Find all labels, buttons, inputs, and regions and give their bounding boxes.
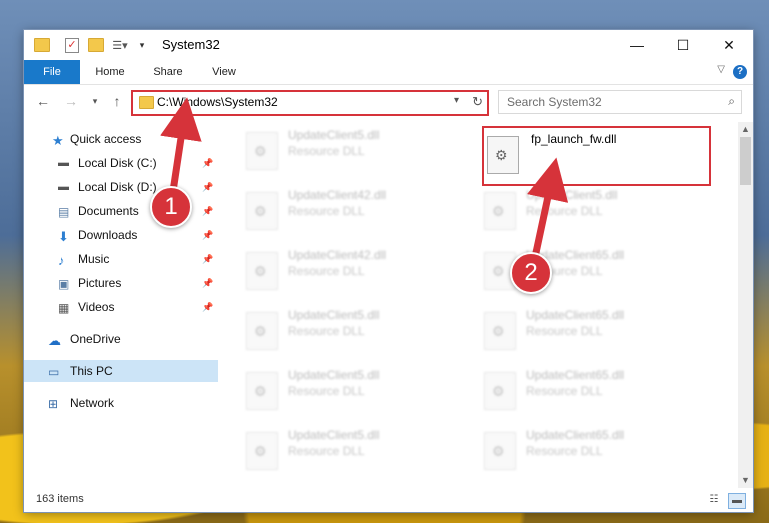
details-view-icon[interactable]: ☷ [706, 493, 722, 507]
list-item[interactable]: UpdateClient5.dll Resource DLL [246, 428, 446, 476]
search-input[interactable]: Search System32 ⌕ [498, 90, 742, 114]
sidebar-item-network[interactable]: ⊞ Network [24, 392, 218, 414]
minimize-button[interactable]: — [614, 30, 660, 60]
list-item[interactable]: UpdateClient5.dll Resource DLL [246, 308, 446, 356]
refresh-icon[interactable]: ↻ [472, 94, 483, 110]
pin-icon[interactable]: 📌 [202, 278, 213, 289]
pin-icon[interactable]: 📌 [202, 254, 213, 265]
back-arrow-icon[interactable]: ← [34, 92, 52, 110]
music-icon: ♪ [58, 252, 65, 268]
cloud-icon: ☁ [48, 332, 61, 348]
dll-file-icon [246, 372, 278, 410]
network-icon: ⊞ [48, 396, 59, 411]
ribbon-tabs: File Home Share View ▽ ? [24, 60, 753, 85]
sidebar-item-downloads[interactable]: ⬇ Downloads 📌 [24, 224, 218, 246]
sidebar-item-music[interactable]: ♪ Music 📌 [24, 248, 218, 270]
sidebar-item-this-pc[interactable]: ▭ This PC [24, 360, 218, 382]
dll-file-icon [246, 312, 278, 350]
help-icon[interactable]: ? [733, 65, 747, 79]
highlighted-file-fp-launch-fw[interactable]: fp_launch_fw.dll [482, 126, 711, 186]
computer-icon: ▭ [48, 364, 60, 379]
window-title: System32 [162, 37, 220, 52]
title-bar: ✓ ☰▾ ▾ System32 — ☐ ✕ [24, 30, 753, 60]
search-icon: ⌕ [728, 94, 735, 108]
folder-icon [139, 96, 154, 109]
dll-file-icon [246, 252, 278, 290]
download-icon: ⬇ [58, 228, 69, 244]
list-item[interactable]: UpdateClient5.dll Resource DLL [246, 368, 446, 416]
sidebar-item-videos[interactable]: ▦ Videos 📌 [24, 296, 218, 318]
dll-file-icon [484, 372, 516, 410]
dll-file-icon [484, 432, 516, 470]
view-options-icon[interactable]: ☰▾ [110, 37, 130, 53]
list-item[interactable]: UpdateClient5.dll Resource DLL [246, 128, 446, 176]
sidebar-item-local-disk-d[interactable]: ▬ Local Disk (D:) 📌 [24, 176, 218, 198]
navigation-bar: ← → ▾ ↑ C:\Windows\System32 ▾ ↻ Search S… [24, 86, 753, 118]
dll-file-icon [484, 192, 516, 230]
list-item[interactable]: UpdateClient65.dll Resource DLL [484, 428, 684, 476]
explorer-window: ✓ ☰▾ ▾ System32 — ☐ ✕ File Home Share Vi… [24, 30, 753, 512]
list-item[interactable]: UpdateClient42.dll Resource DLL [246, 188, 446, 236]
chevron-down-icon[interactable]: ▾ [454, 95, 459, 106]
expand-ribbon-icon[interactable]: ▽ [717, 64, 725, 75]
step-2-badge: 2 [510, 252, 552, 294]
tiles-view-icon[interactable]: ▬ [728, 493, 746, 509]
item-count: 163 items [36, 493, 84, 505]
tab-view[interactable]: View [202, 60, 246, 84]
star-icon: ★ [52, 132, 64, 148]
navigation-pane: ★ Quick access ▬ Local Disk (C:) 📌 ▬ Loc… [24, 122, 218, 488]
dll-file-icon [246, 432, 278, 470]
list-item[interactable]: UpdateClient65.dll Resource DLL [484, 308, 684, 356]
dll-file-icon [246, 132, 278, 170]
address-bar[interactable]: C:\Windows\System32 ▾ ↻ [131, 90, 489, 116]
search-placeholder: Search System32 [507, 95, 602, 109]
vertical-scrollbar[interactable]: ▲ ▼ [738, 122, 753, 488]
dll-file-icon [246, 192, 278, 230]
folder-icon[interactable] [34, 37, 50, 53]
pin-icon[interactable]: 📌 [202, 158, 213, 169]
customize-toolbar-icon[interactable]: ▾ [136, 37, 148, 53]
scroll-down-icon[interactable]: ▼ [738, 473, 753, 488]
close-button[interactable]: ✕ [706, 30, 752, 60]
new-folder-icon[interactable] [88, 37, 104, 53]
sidebar-item-pictures[interactable]: ▣ Pictures 📌 [24, 272, 218, 294]
sidebar-item-onedrive[interactable]: ☁ OneDrive [24, 328, 218, 350]
up-arrow-icon[interactable]: ↑ [108, 92, 126, 110]
file-name: fp_launch_fw.dll [531, 132, 617, 146]
videos-icon: ▦ [58, 300, 70, 315]
sidebar-item-quick-access[interactable]: ★ Quick access [24, 128, 218, 150]
tab-share[interactable]: Share [146, 60, 190, 84]
tab-home[interactable]: Home [88, 60, 132, 84]
sidebar-item-local-disk-c[interactable]: ▬ Local Disk (C:) 📌 [24, 152, 218, 174]
properties-icon[interactable]: ✓ [64, 37, 80, 53]
dll-file-icon [484, 312, 516, 350]
tab-file[interactable]: File [24, 60, 80, 84]
pin-icon[interactable]: 📌 [202, 302, 213, 313]
documents-icon: ▤ [58, 204, 70, 219]
status-bar: 163 items ☷ ▬ [24, 490, 753, 512]
list-item[interactable]: UpdateClient65.dll Resource DLL [484, 368, 684, 416]
address-path: C:\Windows\System32 [157, 95, 278, 109]
pictures-icon: ▣ [58, 276, 70, 291]
pin-icon[interactable]: 📌 [202, 206, 213, 217]
maximize-button[interactable]: ☐ [660, 30, 706, 60]
list-item[interactable]: UpdateClient42.dll Resource DLL [246, 248, 446, 296]
step-1-badge: 1 [150, 186, 192, 228]
scroll-thumb[interactable] [740, 137, 751, 185]
forward-arrow-icon[interactable]: → [62, 92, 80, 110]
drive-icon: ▬ [58, 156, 69, 169]
scroll-up-icon[interactable]: ▲ [738, 122, 753, 137]
recent-locations-icon[interactable]: ▾ [86, 92, 104, 110]
list-item[interactable]: UpdateClient5.dll Resource DLL [484, 188, 684, 236]
drive-icon: ▬ [58, 180, 69, 193]
pin-icon[interactable]: 📌 [202, 230, 213, 241]
pin-icon[interactable]: 📌 [202, 182, 213, 193]
dll-file-icon [487, 136, 519, 174]
